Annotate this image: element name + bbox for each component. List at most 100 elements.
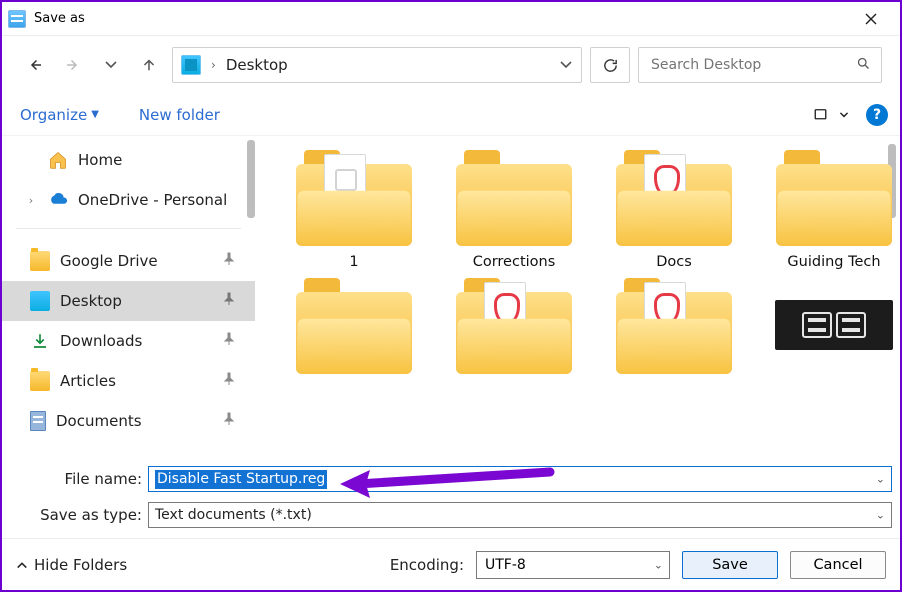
chevron-down-icon[interactable]: ⌄ — [876, 509, 885, 522]
chevron-down-icon: ▼ — [91, 109, 99, 120]
content-pane[interactable]: 1 Corrections Docs Guiding Tech — [255, 136, 900, 458]
sidebar-item-label: Downloads — [60, 332, 142, 350]
save-form: File name: Disable Fast Startup.reg ⌄ Sa… — [2, 458, 900, 538]
recent-locations-button[interactable] — [96, 50, 126, 80]
save-button-label: Save — [712, 557, 748, 573]
cancel-button[interactable]: Cancel — [790, 551, 886, 579]
sidebar-item-articles[interactable]: Articles — [2, 361, 255, 401]
address-location: Desktop — [226, 56, 288, 74]
new-folder-label: New folder — [139, 106, 220, 124]
refresh-button[interactable] — [590, 47, 630, 83]
view-mode-dropdown[interactable] — [836, 103, 852, 127]
close-icon — [865, 13, 877, 25]
desktop-icon — [181, 55, 201, 75]
home-icon — [48, 150, 68, 170]
expand-icon[interactable]: › — [24, 194, 38, 207]
folder-icon — [296, 150, 412, 246]
dialog-body: Home › OneDrive - Personal Google Drive … — [2, 136, 900, 458]
file-tile[interactable]: Docs — [599, 150, 749, 270]
arrow-right-icon — [64, 56, 82, 74]
folder-icon — [456, 278, 572, 374]
file-grid: 1 Corrections Docs Guiding Tech — [255, 136, 900, 382]
pin-icon — [223, 292, 241, 310]
help-icon: ? — [873, 107, 881, 123]
search-input[interactable] — [649, 56, 850, 74]
file-tile[interactable] — [279, 278, 429, 382]
chevron-down-icon[interactable]: ⌄ — [876, 473, 885, 486]
folder-icon — [296, 278, 412, 374]
sidebar-item-documents[interactable]: Documents — [2, 401, 255, 441]
sidebar-item-onedrive[interactable]: › OneDrive - Personal — [2, 180, 255, 220]
file-tile[interactable] — [759, 278, 900, 382]
sidebar-item-downloads[interactable]: Downloads — [2, 321, 255, 361]
chevron-down-icon[interactable]: ⌄ — [654, 558, 663, 571]
up-button[interactable] — [134, 50, 164, 80]
chevron-right-icon: › — [211, 58, 216, 72]
file-tile[interactable] — [439, 278, 589, 382]
sidebar-scrollbar[interactable] — [247, 140, 255, 218]
file-tile[interactable] — [599, 278, 749, 382]
thumbnail-dark — [775, 300, 893, 350]
filename-value: Disable Fast Startup.reg — [155, 470, 327, 489]
cancel-button-label: Cancel — [813, 557, 862, 573]
save-as-dialog: Save as › Desktop — [0, 0, 902, 592]
file-tile[interactable]: 1 — [279, 150, 429, 270]
help-button[interactable]: ? — [866, 104, 888, 126]
folder-icon — [456, 150, 572, 246]
tile-label: 1 — [349, 254, 358, 270]
tile-label: Docs — [656, 254, 692, 270]
forward-button[interactable] — [58, 50, 88, 80]
titlebar: Save as — [2, 2, 900, 36]
hide-folders-toggle[interactable]: Hide Folders — [16, 556, 127, 574]
save-button[interactable]: Save — [682, 551, 778, 579]
app-icon — [8, 10, 26, 28]
back-button[interactable] — [20, 50, 50, 80]
sidebar-item-desktop[interactable]: Desktop — [2, 281, 255, 321]
toolbar: Organize ▼ New folder ? — [2, 94, 900, 136]
chevron-down-icon[interactable] — [559, 58, 573, 72]
pin-icon — [223, 332, 241, 350]
sidebar-separator — [16, 228, 241, 229]
sidebar: Home › OneDrive - Personal Google Drive … — [2, 136, 255, 458]
download-icon — [30, 331, 50, 351]
nav-row: › Desktop — [2, 36, 900, 94]
onedrive-icon — [48, 190, 68, 210]
new-folder-button[interactable]: New folder — [133, 102, 226, 128]
type-select[interactable]: Text documents (*.txt) ⌄ — [148, 502, 892, 528]
sidebar-item-label: Documents — [56, 412, 142, 430]
file-tile[interactable]: Corrections — [439, 150, 589, 270]
view-mode-button[interactable] — [810, 103, 834, 127]
filename-label: File name: — [10, 470, 148, 488]
pin-icon — [223, 252, 241, 270]
chevron-down-icon — [839, 110, 849, 120]
pin-icon — [223, 372, 241, 390]
chevron-down-icon — [104, 58, 118, 72]
document-icon — [30, 411, 46, 431]
filename-input[interactable]: Disable Fast Startup.reg ⌄ — [148, 466, 892, 492]
type-value: Text documents (*.txt) — [155, 507, 312, 523]
encoding-select[interactable]: UTF-8 ⌄ — [476, 551, 670, 579]
sidebar-item-label: Desktop — [60, 292, 122, 310]
sidebar-item-google-drive[interactable]: Google Drive — [2, 241, 255, 281]
hide-folders-label: Hide Folders — [34, 556, 127, 574]
sidebar-item-label: Home — [78, 151, 122, 169]
file-tile[interactable]: Guiding Tech — [759, 150, 900, 270]
organize-menu[interactable]: Organize ▼ — [14, 102, 105, 128]
sidebar-item-home[interactable]: Home — [2, 140, 255, 180]
address-bar[interactable]: › Desktop — [172, 47, 582, 83]
pin-icon — [223, 412, 241, 430]
folder-icon — [30, 371, 50, 391]
encoding-value: UTF-8 — [485, 557, 526, 573]
sidebar-item-label: Articles — [60, 372, 116, 390]
folder-icon — [776, 150, 892, 246]
close-button[interactable] — [848, 2, 894, 35]
type-label: Save as type: — [10, 506, 148, 524]
search-icon — [856, 56, 871, 75]
encoding-label: Encoding: — [390, 556, 464, 574]
chevron-up-icon — [16, 559, 28, 571]
folder-icon — [616, 150, 732, 246]
tile-label: Corrections — [473, 254, 556, 270]
desktop-icon — [30, 291, 50, 311]
search-box[interactable] — [638, 47, 882, 83]
organize-label: Organize — [20, 106, 87, 124]
